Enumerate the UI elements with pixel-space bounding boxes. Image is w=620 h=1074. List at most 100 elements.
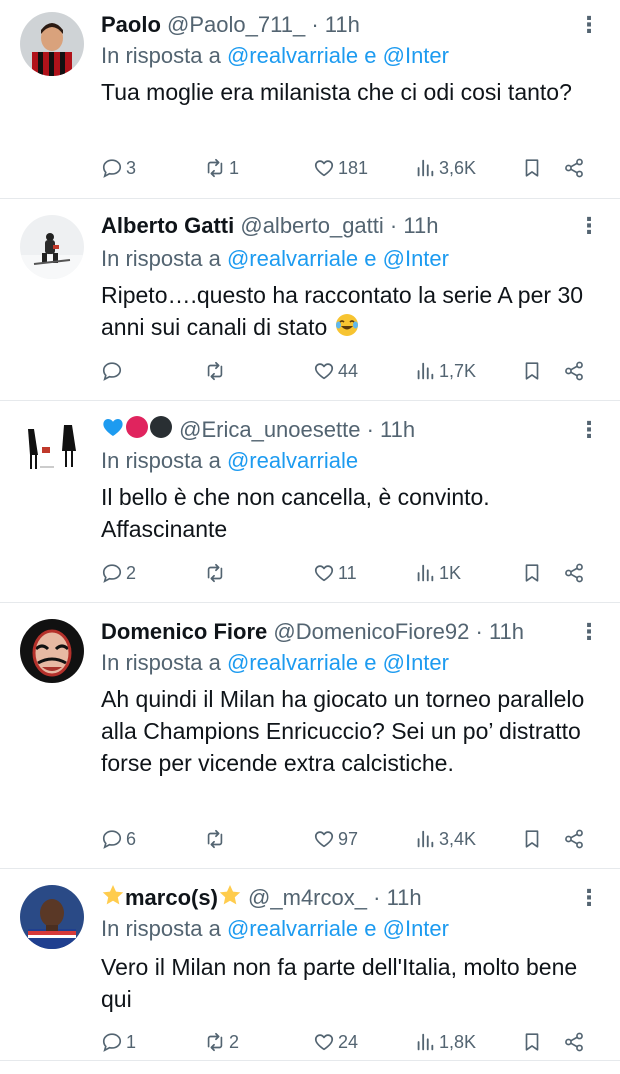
bookmark-icon bbox=[521, 562, 543, 584]
tears-of-joy-emoji-icon bbox=[334, 312, 360, 346]
share-icon bbox=[563, 828, 585, 850]
views-count: 3,6K bbox=[439, 158, 477, 178]
mention-link[interactable]: @realvarriale bbox=[227, 650, 358, 675]
author-handle[interactable]: @Erica_unoesette bbox=[179, 417, 360, 442]
separator: · bbox=[311, 12, 319, 37]
mention-link[interactable]: @realvarriale bbox=[227, 246, 358, 271]
avatar-image bbox=[20, 417, 84, 481]
like-button[interactable]: 181 bbox=[313, 153, 368, 183]
author-name[interactable]: marco(s) bbox=[101, 885, 242, 910]
reply-button[interactable]: 2 bbox=[101, 558, 136, 588]
more-icon[interactable]: ⋮ bbox=[578, 211, 600, 241]
retweet-button[interactable]: 2 bbox=[204, 1027, 239, 1057]
views-icon bbox=[414, 562, 436, 584]
share-button[interactable] bbox=[563, 153, 585, 183]
timestamp[interactable]: 11h bbox=[380, 417, 415, 442]
tweet[interactable]: @Erica_unoesette · 11h ⋮ In risposta a @… bbox=[0, 401, 620, 603]
reply-button[interactable] bbox=[101, 356, 126, 386]
timestamp[interactable]: 11h bbox=[489, 619, 524, 644]
views-button[interactable]: 1K bbox=[414, 558, 461, 588]
tweet[interactable]: Alberto Gatti @alberto_gatti · 11h ⋮ In … bbox=[0, 199, 620, 401]
like-button[interactable]: 97 bbox=[313, 824, 358, 854]
tweet-header: marco(s) @_m4rcox_ · 11h bbox=[101, 883, 576, 913]
author-name[interactable]: Alberto Gatti bbox=[101, 213, 234, 238]
author-name[interactable]: Domenico Fiore bbox=[101, 619, 267, 644]
author-name[interactable]: Paolo bbox=[101, 12, 161, 37]
views-button[interactable]: 3,6K bbox=[414, 153, 476, 183]
views-button[interactable]: 1,7K bbox=[414, 356, 476, 386]
reply-icon bbox=[101, 562, 123, 584]
share-button[interactable] bbox=[563, 356, 585, 386]
timestamp[interactable]: 11h bbox=[387, 885, 422, 910]
action-bar: 1 2 24 1,8K bbox=[101, 1027, 601, 1057]
reply-button[interactable]: 3 bbox=[101, 153, 136, 183]
views-icon bbox=[414, 828, 436, 850]
tweet[interactable]: marco(s) @_m4rcox_ · 11h ⋮ In risposta a… bbox=[0, 869, 620, 1061]
share-button[interactable] bbox=[563, 1027, 585, 1057]
action-bar: 2 11 1K bbox=[101, 558, 601, 588]
avatar[interactable] bbox=[20, 885, 84, 949]
reply-context: In risposta a @realvarriale e @Inter bbox=[101, 648, 600, 678]
avatar[interactable] bbox=[20, 12, 84, 76]
bookmark-button[interactable] bbox=[521, 558, 543, 588]
reply-button[interactable]: 1 bbox=[101, 1027, 136, 1057]
mention-link[interactable]: @realvarriale bbox=[227, 448, 358, 473]
tweet-text: Tua moglie era milanista che ci odi cosi… bbox=[101, 79, 572, 105]
avatar[interactable] bbox=[20, 619, 84, 683]
more-icon[interactable]: ⋮ bbox=[578, 415, 600, 445]
retweet-button[interactable]: 1 bbox=[204, 153, 239, 183]
like-button[interactable]: 44 bbox=[313, 356, 358, 386]
views-icon bbox=[414, 157, 436, 179]
retweet-icon bbox=[204, 157, 226, 179]
like-button[interactable]: 24 bbox=[313, 1027, 358, 1057]
like-icon bbox=[313, 562, 335, 584]
retweet-count: 1 bbox=[229, 158, 240, 178]
views-button[interactable]: 3,4K bbox=[414, 824, 476, 854]
bookmark-button[interactable] bbox=[521, 153, 543, 183]
reply-button[interactable]: 6 bbox=[101, 824, 136, 854]
more-icon[interactable]: ⋮ bbox=[578, 883, 600, 913]
author-name[interactable] bbox=[101, 416, 179, 442]
action-bar: 6 97 3,4K bbox=[101, 824, 601, 854]
tweet-text-container: Ripeto….questo ha raccontato la serie A … bbox=[101, 279, 596, 346]
action-bar: 44 1,7K bbox=[101, 356, 601, 386]
more-icon[interactable]: ⋮ bbox=[578, 10, 600, 40]
reply-joiner: e bbox=[364, 916, 377, 941]
reply-context: In risposta a @realvarriale e @Inter bbox=[101, 244, 600, 274]
reply-context: In risposta a @realvarriale e @Inter bbox=[101, 914, 600, 944]
mention-link[interactable]: @Inter bbox=[383, 246, 449, 271]
like-count: 11 bbox=[338, 563, 357, 583]
retweet-button[interactable] bbox=[204, 356, 229, 386]
reply-prefix: In risposta a bbox=[101, 916, 221, 941]
share-button[interactable] bbox=[563, 558, 585, 588]
author-handle[interactable]: @_m4rcox_ bbox=[248, 885, 367, 910]
mention-link[interactable]: @realvarriale bbox=[227, 43, 358, 68]
author-handle[interactable]: @Paolo_711_ bbox=[167, 12, 305, 37]
bookmark-icon bbox=[521, 1031, 543, 1053]
retweet-icon bbox=[204, 828, 226, 850]
bookmark-button[interactable] bbox=[521, 356, 543, 386]
mention-link[interactable]: @Inter bbox=[383, 916, 449, 941]
mention-link[interactable]: @Inter bbox=[383, 43, 449, 68]
bookmark-button[interactable] bbox=[521, 1027, 543, 1057]
avatar[interactable] bbox=[20, 417, 84, 481]
views-button[interactable]: 1,8K bbox=[414, 1027, 476, 1057]
more-icon[interactable]: ⋮ bbox=[578, 617, 600, 647]
like-icon bbox=[313, 360, 335, 382]
tweet[interactable]: Paolo @Paolo_711_ · 11h ⋮ In risposta a … bbox=[0, 0, 620, 199]
tweet[interactable]: Domenico Fiore @DomenicoFiore92 · 11h ⋮ … bbox=[0, 603, 620, 869]
avatar[interactable] bbox=[20, 215, 84, 279]
retweet-button[interactable] bbox=[204, 824, 229, 854]
author-handle[interactable]: @DomenicoFiore92 bbox=[273, 619, 469, 644]
bookmark-icon bbox=[521, 360, 543, 382]
timestamp[interactable]: 11h bbox=[403, 213, 438, 238]
share-button[interactable] bbox=[563, 824, 585, 854]
mention-link[interactable]: @Inter bbox=[383, 650, 449, 675]
retweet-button[interactable] bbox=[204, 558, 229, 588]
reply-count: 6 bbox=[126, 829, 137, 849]
like-button[interactable]: 11 bbox=[313, 558, 357, 588]
timestamp[interactable]: 11h bbox=[325, 12, 360, 37]
bookmark-button[interactable] bbox=[521, 824, 543, 854]
author-handle[interactable]: @alberto_gatti bbox=[240, 213, 383, 238]
mention-link[interactable]: @realvarriale bbox=[227, 916, 358, 941]
